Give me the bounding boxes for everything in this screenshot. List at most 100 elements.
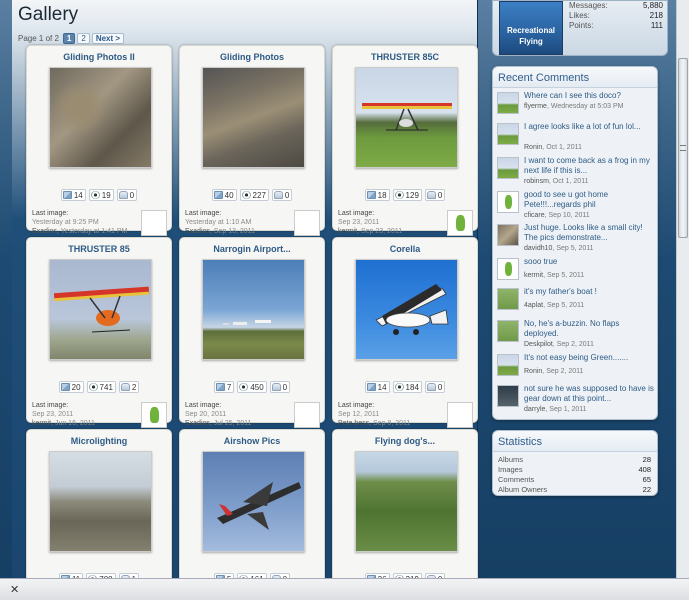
last-image-thumbnail[interactable] (447, 402, 473, 428)
bottom-toolbar: ✕ (0, 578, 689, 600)
album-thumbnail[interactable] (355, 259, 458, 360)
comment-thumbnail[interactable] (497, 354, 519, 376)
album-thumbnail[interactable] (202, 259, 305, 360)
comment-text[interactable]: sooo true (524, 257, 656, 267)
album-thumbnail[interactable] (49, 259, 152, 360)
album-title[interactable]: THRUSTER 85C (333, 52, 477, 62)
like-count: 2 (118, 381, 140, 393)
comment-thumbnail[interactable] (497, 191, 519, 213)
album-title[interactable]: Gliding Photos II (27, 52, 171, 62)
recent-comments-panel: Recent Comments Where can I see this doc… (492, 66, 658, 420)
comment-author[interactable]: Deskpilot (524, 341, 553, 348)
owner-link[interactable]: Exadios (32, 228, 57, 235)
album-card[interactable]: Microlighting 11 708 1 (26, 429, 172, 589)
last-image-thumbnail[interactable] (141, 402, 167, 428)
owner-link[interactable]: Exadios (185, 420, 210, 427)
comment-author[interactable]: cficare (524, 212, 545, 219)
comment-author[interactable]: kermit (524, 272, 543, 279)
photo-count: 7 (213, 381, 235, 393)
messages-count[interactable]: 5,880 (643, 1, 663, 11)
comment-item[interactable]: No, he's a-buzzin. No flaps deployed. De… (497, 319, 655, 351)
comment-author[interactable]: robinsm (524, 178, 549, 185)
comment-text[interactable]: I want to come back as a frog in my next… (524, 156, 656, 176)
comment-item[interactable]: It's not easy being Green....... Ronin, … (497, 353, 655, 385)
page-1-button[interactable]: 1 (62, 32, 76, 44)
view-count: 19 (88, 189, 114, 201)
comment-item[interactable]: Just huge. Looks like a small city! The … (497, 223, 655, 255)
album-card[interactable]: Narrogin Airport... 7 450 0 Last image: … (179, 237, 325, 428)
album-card[interactable]: Gliding Photos 40 227 0 Last image: Yest… (179, 45, 325, 236)
comment-author[interactable]: Ronin (524, 144, 542, 151)
last-image-thumbnail[interactable] (447, 210, 473, 236)
owner-link[interactable]: Exadios (185, 228, 210, 235)
album-thumbnail[interactable] (355, 67, 458, 168)
recreational-flying-logo[interactable]: Recreational Flying (499, 1, 563, 55)
comment-thumbnail[interactable] (497, 92, 519, 114)
comment-thumbnail[interactable] (497, 258, 519, 280)
album-thumbnail[interactable] (202, 451, 305, 552)
comment-author[interactable]: Ronin (524, 368, 542, 375)
page-2-button[interactable]: 2 (77, 32, 90, 44)
comment-author[interactable]: flyerme (524, 103, 547, 110)
album-title[interactable]: THRUSTER 85 (27, 244, 171, 254)
comment-item[interactable]: Where can I see this doco? flyerme, Wedn… (497, 91, 655, 123)
album-title[interactable]: Gliding Photos (180, 52, 324, 62)
comment-text[interactable]: good to see u got home Pete!!!...regards… (524, 190, 656, 210)
owner-link[interactable]: Pete.bess (338, 420, 369, 427)
album-thumbnail[interactable] (49, 67, 152, 168)
comment-text[interactable]: not sure he was supposed to have is gear… (524, 384, 656, 404)
comment-thumbnail[interactable] (497, 224, 519, 246)
points-count[interactable]: 111 (651, 21, 663, 31)
comment-text[interactable]: Just huge. Looks like a small city! The … (524, 223, 656, 243)
comment-thumbnail[interactable] (497, 157, 519, 179)
comment-thumbnail[interactable] (497, 288, 519, 310)
stat-row-images: Images 408 (498, 465, 651, 474)
ultralight-plane-image (53, 286, 150, 333)
album-thumbnail[interactable] (49, 451, 152, 552)
comment-item[interactable]: I want to come back as a frog in my next… (497, 156, 655, 188)
comment-author[interactable]: davidh10 (524, 245, 552, 252)
last-image-thumbnail[interactable] (141, 210, 167, 236)
comment-text[interactable]: I agree looks like a lot of fun lol... (524, 122, 656, 132)
eye-icon (394, 383, 404, 391)
eye-icon (88, 383, 98, 391)
comment-text[interactable]: No, he's a-buzzin. No flaps deployed. (524, 319, 656, 339)
comment-text[interactable]: Where can I see this doco? (524, 91, 656, 101)
comment-item[interactable]: I agree looks like a lot of fun lol... R… (497, 122, 655, 154)
view-count: 129 (392, 189, 422, 201)
album-title[interactable]: Microlighting (27, 436, 171, 446)
last-image-thumbnail[interactable] (294, 402, 320, 428)
last-image-label: Last image: (338, 210, 375, 217)
album-card[interactable]: THRUSTER 85 20 741 2 Last image: Sep 23,… (26, 237, 172, 428)
like-count: 0 (424, 381, 446, 393)
album-title[interactable]: Narrogin Airport... (180, 244, 324, 254)
last-image-thumbnail[interactable] (294, 210, 320, 236)
album-title[interactable]: Airshow Pics (180, 436, 324, 446)
comment-item[interactable]: sooo true kermit, Sep 5, 2011 (497, 257, 655, 289)
logo-text-line1: Recreational (506, 26, 556, 35)
vertical-scrollbar[interactable] (676, 0, 689, 578)
album-card[interactable]: Airshow Pics 5 161 0 (179, 429, 325, 589)
comment-text[interactable]: It's not easy being Green....... (524, 353, 656, 363)
owner-link[interactable]: kermit (338, 228, 357, 235)
album-card[interactable]: Gliding Photos II 14 19 0 Last image: Ye… (26, 45, 172, 236)
owner-link[interactable]: kermit (32, 420, 51, 427)
album-thumbnail[interactable] (355, 451, 458, 552)
album-card[interactable]: THRUSTER 85C 18 129 0 Last image: Sep 23… (332, 45, 478, 236)
comment-author[interactable]: 4aplat (524, 302, 543, 309)
album-card[interactable]: Corella 14 184 0 Last image: Sep 12, 201… (332, 237, 478, 428)
album-title[interactable]: Corella (333, 244, 477, 254)
next-page-button[interactable]: Next > (91, 32, 125, 44)
comment-thumbnail[interactable] (497, 123, 519, 145)
comment-item[interactable]: it's my father's boat ! 4aplat, Sep 5, 2… (497, 287, 655, 319)
comment-author[interactable]: darryle (524, 406, 545, 413)
comment-thumbnail[interactable] (497, 320, 519, 342)
album-thumbnail[interactable] (202, 67, 305, 168)
comment-item[interactable]: good to see u got home Pete!!!...regards… (497, 190, 655, 222)
comment-item[interactable]: not sure he was supposed to have is gear… (497, 384, 655, 416)
album-card[interactable]: Flying dog's... 26 219 0 (332, 429, 478, 589)
comment-thumbnail[interactable] (497, 385, 519, 407)
close-icon[interactable]: ✕ (10, 583, 19, 596)
comment-text[interactable]: it's my father's boat ! (524, 287, 656, 297)
album-title[interactable]: Flying dog's... (333, 436, 477, 446)
